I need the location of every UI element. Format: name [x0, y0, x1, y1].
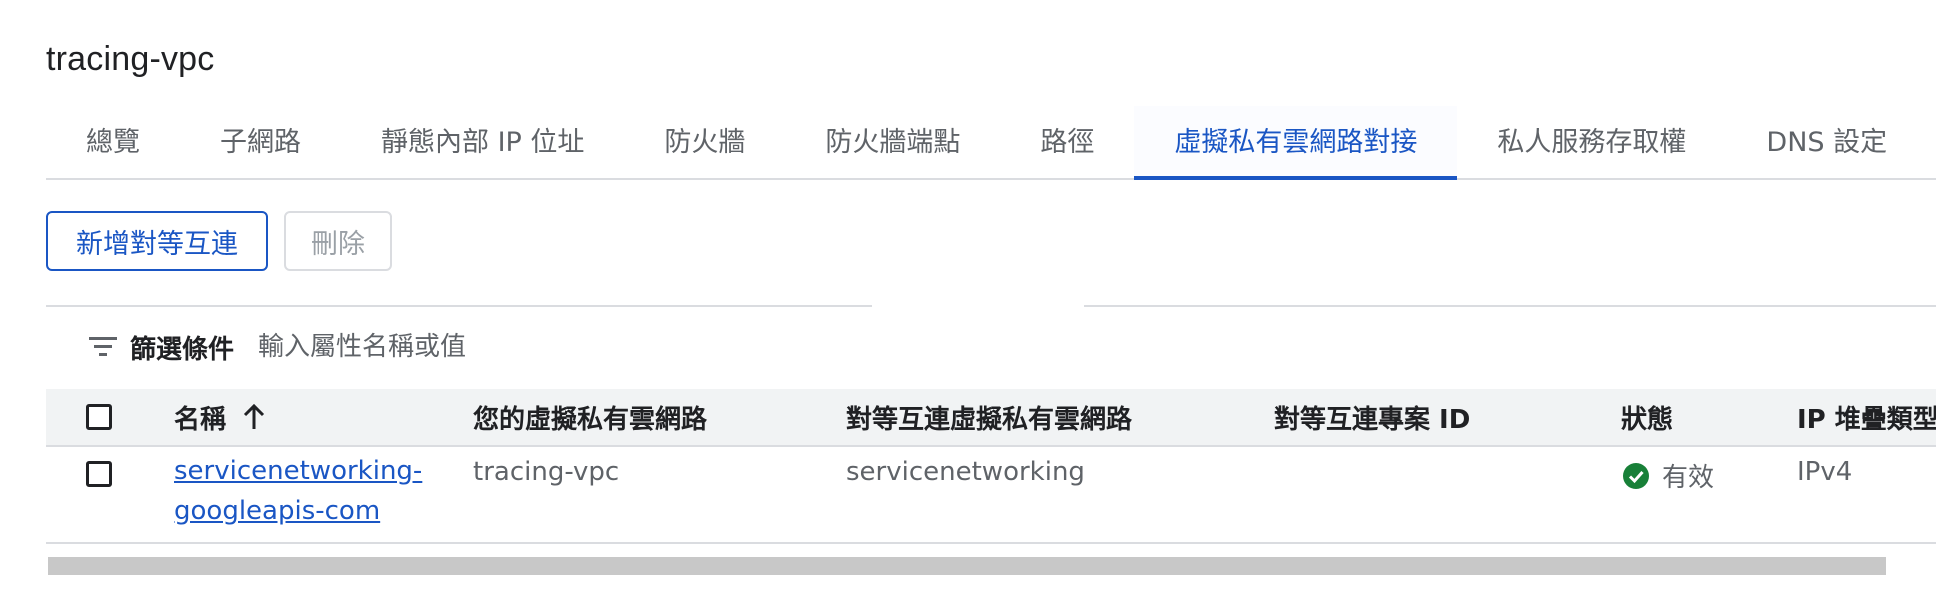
- row-checkbox[interactable]: [86, 461, 112, 487]
- delete-button[interactable]: 刪除: [284, 211, 392, 271]
- tab-private-service-access[interactable]: 私人服務存取權: [1457, 106, 1726, 178]
- filter-divider: [46, 305, 872, 307]
- filter-input[interactable]: [256, 331, 741, 363]
- column-header-name[interactable]: 名稱: [174, 389, 266, 445]
- tab-static-internal-ip[interactable]: 靜態內部 IP 位址: [341, 106, 624, 178]
- filter-divider: [1084, 305, 1936, 307]
- table-header: 名稱 您的虛擬私有雲網路 對等互連虛擬私有雲網路 對等互連專案 ID 狀態 IP…: [46, 389, 1936, 447]
- column-header-your-vpc: 您的虛擬私有雲網路: [473, 404, 708, 435]
- select-all-checkbox[interactable]: [86, 404, 112, 430]
- column-header-peer-project-id: 對等互連專案 ID: [1274, 404, 1471, 435]
- tab-firewall-endpoints[interactable]: 防火牆端點: [785, 106, 1000, 178]
- column-header-label: 名稱: [174, 404, 227, 435]
- arrow-up-icon: [243, 403, 265, 429]
- tab-subnets[interactable]: 子網路: [180, 106, 341, 178]
- tab-bar: 總覽 子網路 靜態內部 IP 位址 防火牆 防火牆端點 路徑 虛擬私有雲網路對接…: [46, 106, 1936, 180]
- your-vpc-cell: tracing-vpc: [473, 457, 620, 487]
- column-header-peer-vpc: 對等互連虛擬私有雲網路: [846, 404, 1133, 435]
- column-header-status: 狀態: [1621, 404, 1674, 435]
- tab-overview[interactable]: 總覽: [46, 106, 180, 178]
- peer-vpc-cell: servicenetworking: [846, 457, 1085, 487]
- check-circle-icon: [1623, 462, 1649, 489]
- filter-bar: 篩選條件: [88, 326, 741, 368]
- tab-firewall[interactable]: 防火牆: [624, 106, 785, 178]
- horizontal-scrollbar[interactable]: [48, 557, 1886, 575]
- status-label: 有效: [1662, 463, 1715, 493]
- column-header-ip-stack: IP 堆疊類型: [1797, 404, 1936, 435]
- page-title: tracing-vpc: [46, 40, 215, 78]
- tab-vpc-peering[interactable]: 虛擬私有雲網路對接: [1134, 106, 1458, 180]
- status-cell: 有效: [1622, 457, 1714, 494]
- tab-routes[interactable]: 路徑: [1000, 106, 1134, 178]
- add-peering-button[interactable]: 新增對等互連: [46, 211, 268, 271]
- peering-name-link[interactable]: servicenetworking-googleapis-com: [174, 451, 434, 531]
- filter-label: 篩選條件: [130, 334, 235, 365]
- filter-icon[interactable]: [88, 334, 118, 360]
- tab-dns-settings[interactable]: DNS 設定: [1726, 106, 1927, 178]
- ip-stack-cell: IPv4: [1797, 457, 1853, 487]
- table-row: servicenetworking-googleapis-com tracing…: [46, 447, 1936, 544]
